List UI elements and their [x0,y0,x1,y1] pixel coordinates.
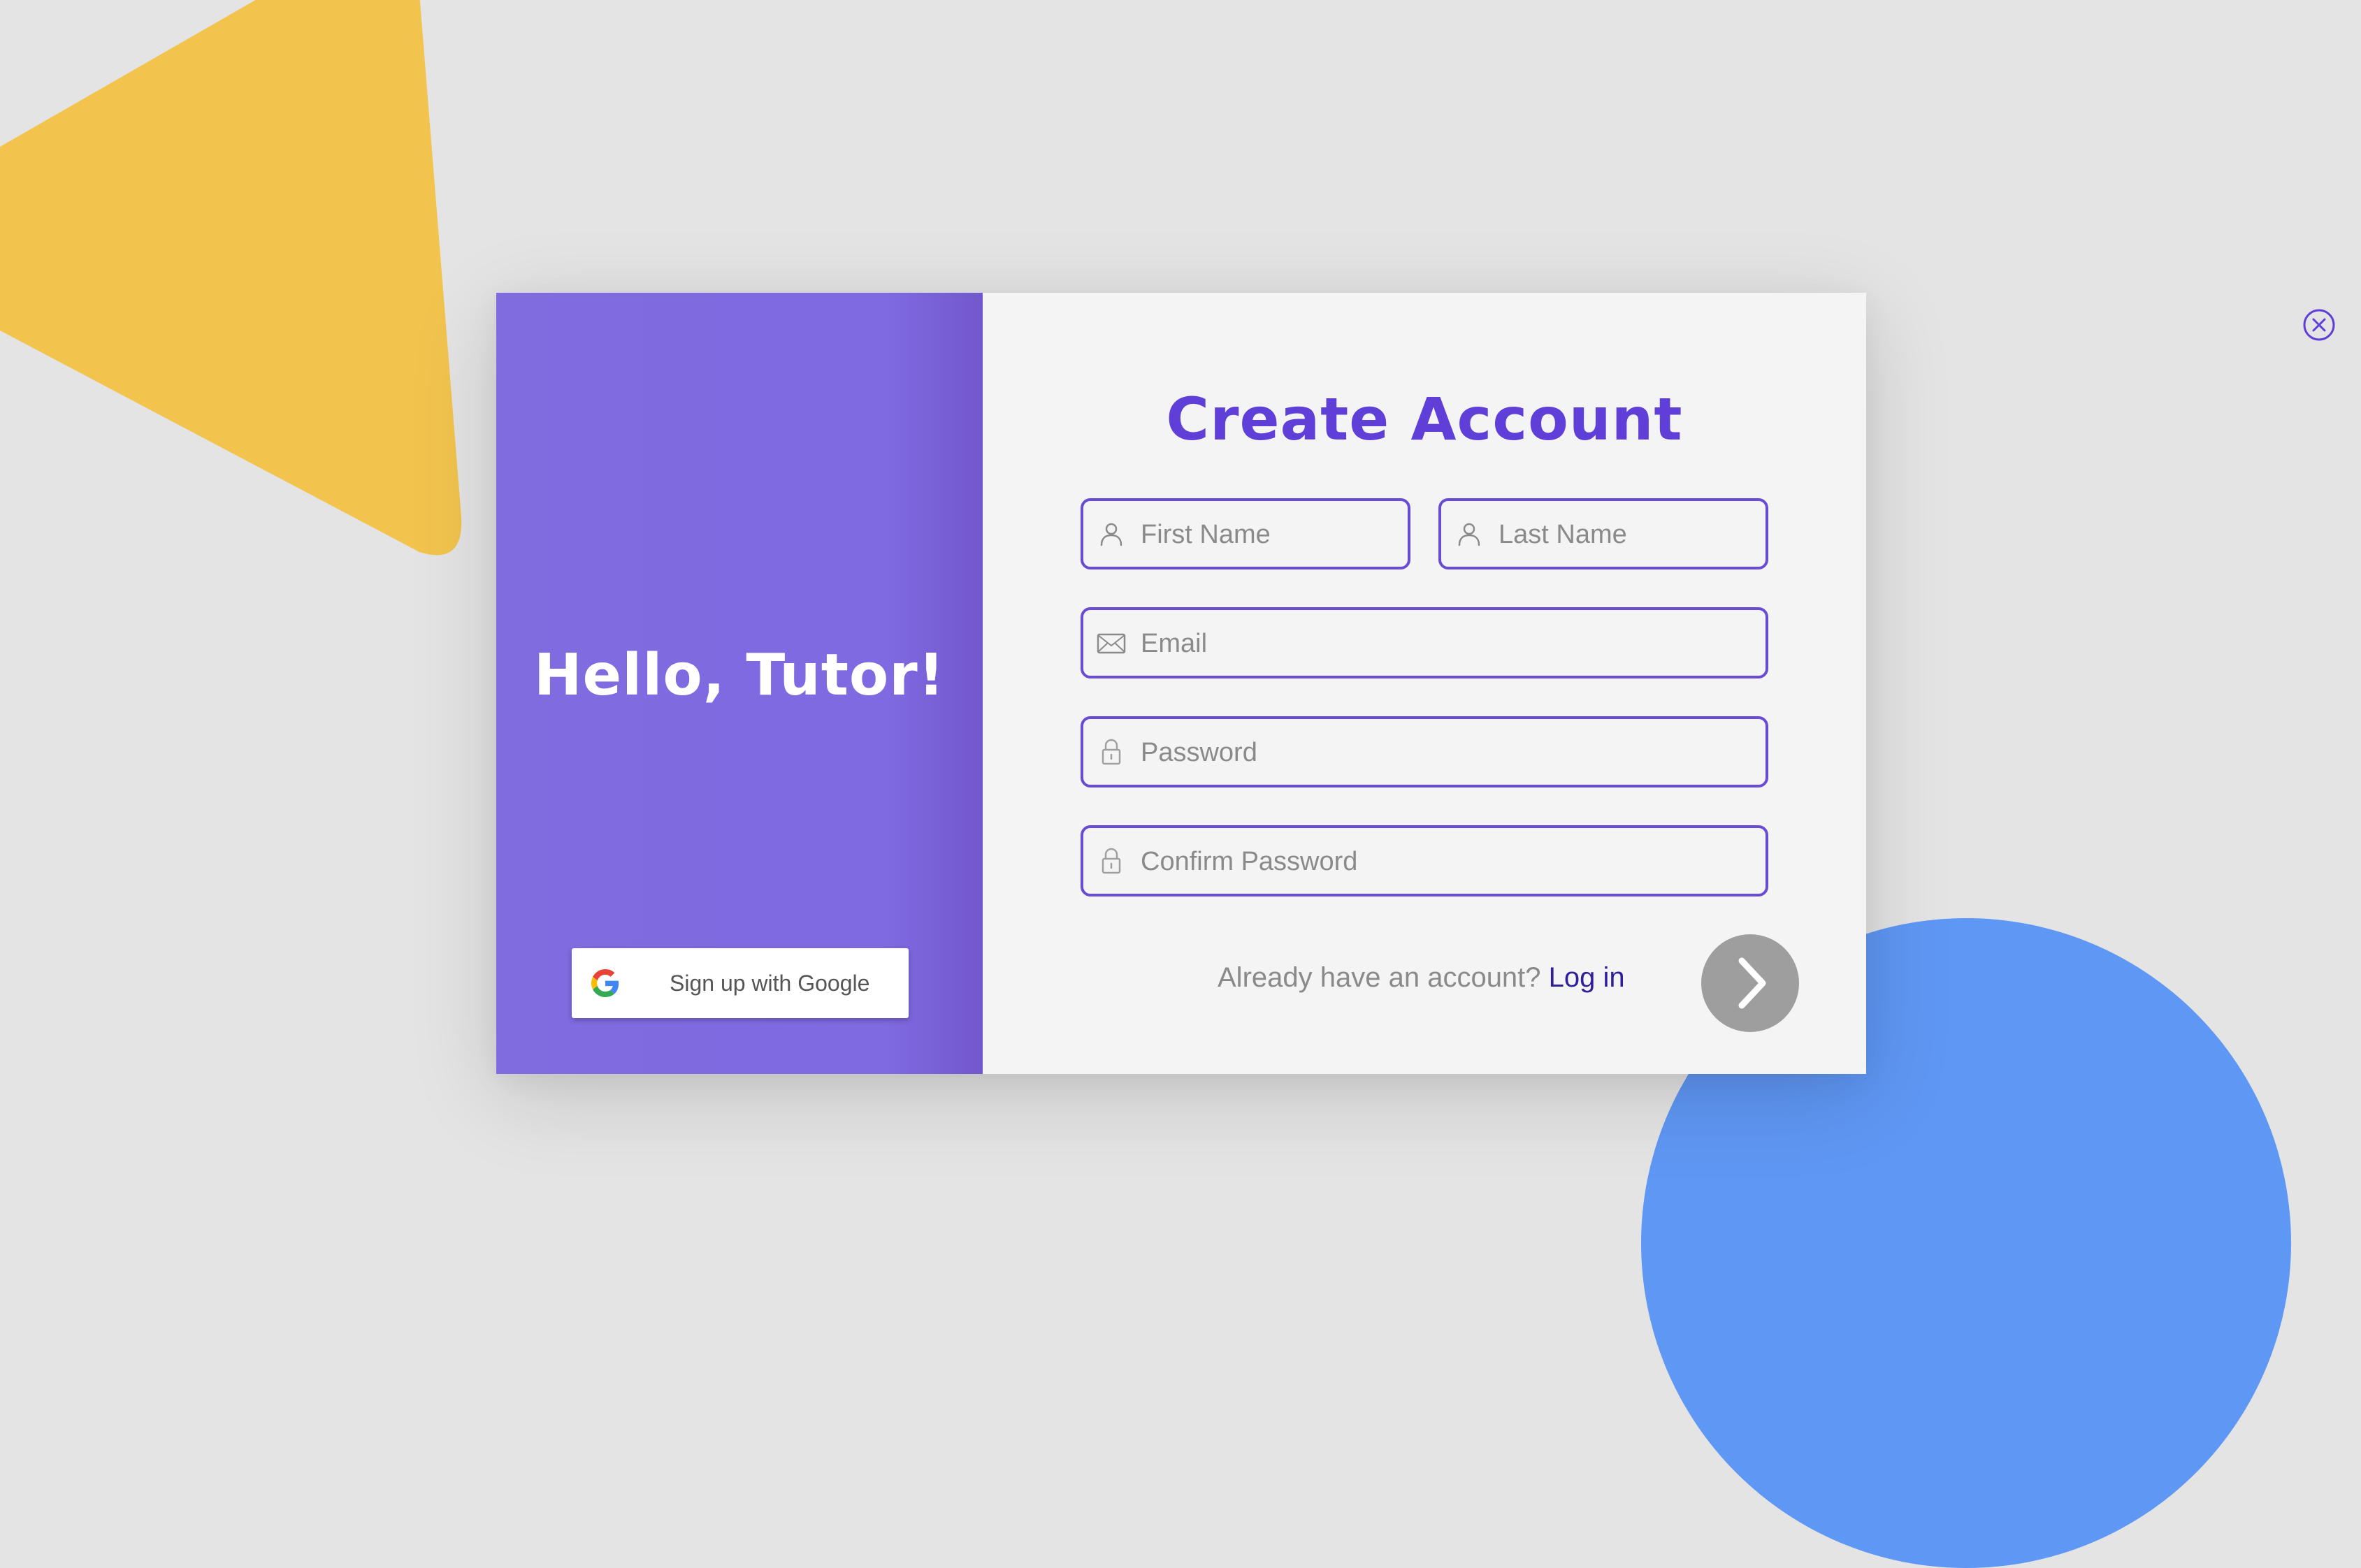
confirm-password-input[interactable] [1139,828,1752,895]
user-icon [1100,523,1122,546]
last-name-field[interactable] [1438,498,1768,569]
last-name-input[interactable] [1497,501,1752,568]
greeting-heading: Hello, Tutor! [533,642,946,709]
welcome-panel: Hello, Tutor! Sign up with Google [496,293,983,1074]
google-signup-button[interactable]: Sign up with Google [572,948,909,1018]
login-prompt-text: Already have an account? [1218,962,1541,993]
password-field[interactable] [1081,716,1768,787]
form-title: Create Account [1166,385,1683,453]
login-prompt: Already have an account? Log in [1218,962,1625,994]
google-logo-icon [591,969,619,997]
lock-icon [1102,848,1121,874]
confirm-password-field[interactable] [1081,825,1768,896]
login-link[interactable]: Log in [1549,962,1625,993]
user-icon [1458,523,1480,546]
password-input[interactable] [1139,719,1752,786]
email-field[interactable] [1081,607,1768,678]
envelope-icon [1097,633,1126,654]
first-name-field[interactable] [1081,498,1410,569]
google-signup-label: Sign up with Google [670,971,870,996]
submit-next-button[interactable] [1701,934,1799,1032]
chevron-right-icon [1738,957,1766,1009]
signup-form-panel: Create Account First Name Last Name Emai… [983,293,2335,1074]
first-name-input[interactable] [1139,501,1394,568]
close-icon[interactable] [2302,308,2336,342]
decorative-yellow-triangle [0,0,462,556]
email-input[interactable] [1139,610,1752,677]
signup-modal: Hello, Tutor! Sign up with Google Create… [496,293,2335,1074]
lock-icon [1102,739,1121,765]
